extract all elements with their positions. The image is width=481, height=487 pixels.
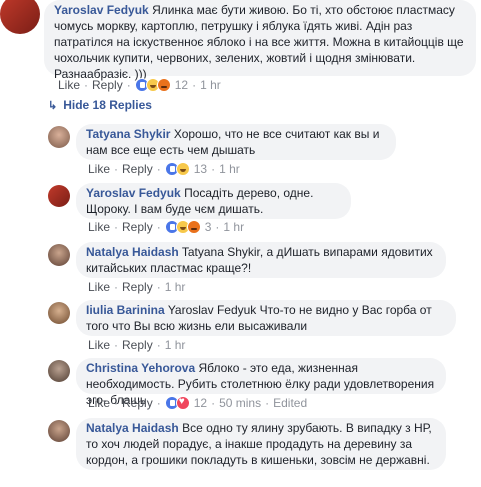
comment-actions: Like · Reply · 1 hr bbox=[88, 280, 186, 294]
angry-icon bbox=[156, 78, 171, 92]
hide-replies-link[interactable]: ↳ Hide 18 Replies bbox=[48, 98, 152, 112]
heart-icon bbox=[175, 396, 190, 410]
avatar[interactable] bbox=[0, 0, 40, 34]
avatar[interactable] bbox=[48, 126, 70, 148]
reply-link[interactable]: Reply bbox=[122, 162, 153, 176]
like-link[interactable]: Like bbox=[88, 338, 110, 352]
comment-bubble: Yaroslav Fedyuk Посадіть дерево, одне. Щ… bbox=[76, 183, 351, 219]
reaction-count: 13 bbox=[193, 162, 208, 176]
author-name[interactable]: Yaroslav Fedyuk bbox=[86, 186, 181, 200]
comment-bubble: Yaroslav Fedyuk Ялинка має бути живою. Б… bbox=[44, 0, 476, 81]
timestamp[interactable]: 50 mins bbox=[219, 396, 261, 410]
author-name[interactable]: Iiulia Barinina bbox=[86, 303, 165, 317]
comment-actions: Like · Reply · 3 · 1 hr bbox=[88, 220, 245, 234]
avatar[interactable] bbox=[48, 360, 70, 382]
comment-bubble: Iiulia Barinina Yaroslav Fedyuk Что-то н… bbox=[76, 300, 456, 336]
timestamp[interactable]: 1 hr bbox=[165, 338, 186, 352]
reaction-count: 3 bbox=[204, 220, 212, 234]
reply-link[interactable]: Reply bbox=[122, 396, 153, 410]
reactions[interactable] bbox=[164, 396, 190, 410]
reaction-count: 12 bbox=[193, 396, 208, 410]
comment-bubble: Natalya Haidash Все одно ту ялину зрубаю… bbox=[76, 418, 446, 470]
angry-icon bbox=[186, 220, 201, 234]
comment-actions: Like · Reply · 1 hr bbox=[88, 338, 186, 352]
author-name[interactable]: Natalya Haidash bbox=[86, 245, 179, 259]
author-name[interactable]: Natalya Haidash bbox=[86, 421, 179, 435]
avatar[interactable] bbox=[48, 185, 70, 207]
reactions[interactable] bbox=[164, 220, 201, 234]
avatar[interactable] bbox=[48, 302, 70, 324]
timestamp[interactable]: 1 hr bbox=[223, 220, 244, 234]
avatar[interactable] bbox=[48, 244, 70, 266]
haha-icon bbox=[175, 162, 190, 176]
like-link[interactable]: Like bbox=[88, 162, 110, 176]
reply-link[interactable]: Reply bbox=[122, 280, 153, 294]
reactions[interactable] bbox=[134, 78, 171, 92]
reply-link[interactable]: Reply bbox=[122, 220, 153, 234]
edited-label[interactable]: Edited bbox=[273, 396, 307, 410]
reply-link[interactable]: Reply bbox=[122, 338, 153, 352]
timestamp[interactable]: 1 hr bbox=[165, 280, 186, 294]
timestamp[interactable]: 1 hr bbox=[200, 78, 221, 92]
comment-actions: Like · Reply · 13 · 1 hr bbox=[88, 162, 240, 176]
comment-actions: Like · Reply · 12 · 1 hr bbox=[58, 78, 221, 92]
comment-bubble: Tatyana Shykir Хорошо, что не все считаю… bbox=[76, 124, 396, 160]
reaction-count: 12 bbox=[174, 78, 189, 92]
reply-link[interactable]: Reply bbox=[92, 78, 123, 92]
like-link[interactable]: Like bbox=[88, 280, 110, 294]
comment-bubble: Natalya Haidash Tatyana Shykir, а дИшать… bbox=[76, 242, 446, 278]
author-name[interactable]: Tatyana Shykir bbox=[86, 127, 170, 141]
reactions[interactable] bbox=[164, 162, 190, 176]
comment-actions: Like · Reply · 12 · 50 mins · Edited bbox=[88, 396, 307, 410]
author-name[interactable]: Yaroslav Fedyuk bbox=[54, 3, 149, 17]
like-link[interactable]: Like bbox=[88, 396, 110, 410]
avatar[interactable] bbox=[48, 420, 70, 442]
timestamp[interactable]: 1 hr bbox=[219, 162, 240, 176]
corner-arrow-icon: ↳ bbox=[48, 99, 58, 112]
like-link[interactable]: Like bbox=[58, 78, 80, 92]
like-link[interactable]: Like bbox=[88, 220, 110, 234]
author-name[interactable]: Christina Yehorova bbox=[86, 361, 195, 375]
comment-bubble: Christina Yehorova Яблоко - это еда, жиз… bbox=[76, 358, 446, 407]
